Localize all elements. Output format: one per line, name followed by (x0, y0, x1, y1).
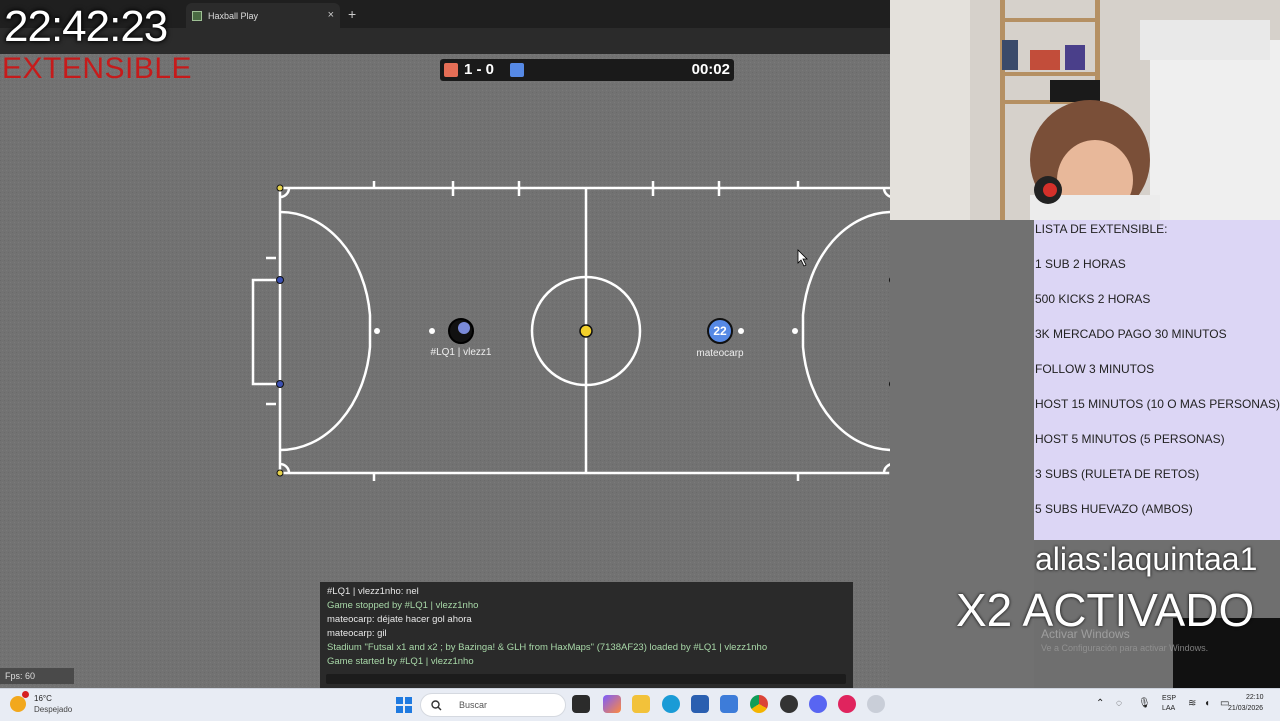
ball (579, 324, 593, 338)
search-icon (431, 700, 442, 711)
red-team-icon (444, 63, 458, 77)
match-time: 00:02 (691, 61, 730, 78)
score: 1 - 0 (464, 61, 495, 78)
search-placeholder: Buscar (459, 700, 488, 710)
extensible-label: EXTENSIBLE (2, 52, 193, 85)
microphone-icon[interactable]: 🎙 (1138, 698, 1151, 709)
taskbar-search[interactable]: Buscar (420, 693, 566, 717)
notification-badge-icon (22, 691, 29, 698)
list-item: 3 SUBS (RULETA DE RETOS) (1035, 467, 1200, 481)
edge-icon[interactable] (662, 695, 680, 713)
outlook-icon[interactable] (720, 695, 738, 713)
list-item: HOST 5 MINUTOS (5 PERSONAS) (1035, 432, 1225, 446)
windows-activation-subtitle: Ve a Configuración para activar Windows. (1041, 643, 1209, 653)
player-red (448, 318, 474, 344)
taskbar-date[interactable]: 21/03/2026 (1228, 705, 1263, 712)
network-icon[interactable]: ◌ (1116, 698, 1122, 709)
weather-temp: 16°C (34, 694, 52, 703)
player-red-name: #LQ1 | vlezz1 (430, 347, 492, 358)
discord-icon[interactable] (809, 695, 827, 713)
taskbar-time[interactable]: 22:10 (1246, 694, 1264, 701)
volume-icon[interactable]: ◖ (1204, 698, 1210, 709)
list-item: 3K MERCADO PAGO 30 MINUTOS (1035, 327, 1227, 341)
chrome-icon[interactable] (750, 695, 768, 713)
obs-icon[interactable] (780, 695, 798, 713)
list-item: 1 SUB 2 HORAS (1035, 257, 1126, 271)
lang-2: LAA (1162, 705, 1176, 712)
alias-text: alias:laquintaa1 (1035, 541, 1258, 577)
wifi-icon[interactable]: ≋ (1188, 698, 1196, 709)
fps-counter: Fps: 60 (0, 668, 74, 684)
lang-1[interactable]: ESP (1162, 695, 1176, 702)
windows-activation-title: Activar Windows (1041, 627, 1130, 641)
blue-team-icon (510, 63, 524, 77)
scoreboard: 1 - 0 00:02 (440, 59, 734, 81)
list-item: LISTA DE EXTENSIBLE: (1035, 222, 1168, 236)
extensible-list-panel: LISTA DE EXTENSIBLE: 1 SUB 2 HORAS 500 K… (1034, 220, 1280, 540)
list-item: HOST 15 MINUTOS (10 O MAS PERSONAS) (1035, 397, 1280, 411)
windows-taskbar: 16°C Despejado Buscar ⌃ ◌ 🎙 ESP LAA ≋ ◖ … (0, 688, 1280, 721)
player-blue-name: mateocarp (696, 348, 744, 359)
chat-message: #LQ1 | vlezz1nho: nel (327, 586, 419, 597)
media-app-icon[interactable] (838, 695, 856, 713)
store-icon[interactable] (691, 695, 709, 713)
chat-message: Stadium "Futsal x1 and x2 ; by Bazinga! … (327, 642, 768, 653)
list-item: 5 SUBS HUEVAZO (AMBOS) (1035, 502, 1193, 516)
windows-logo-icon (396, 697, 412, 713)
list-item: 500 KICKS 2 HORAS (1035, 292, 1151, 306)
copilot-icon[interactable] (603, 695, 621, 713)
start-button[interactable] (396, 697, 412, 713)
file-explorer-icon[interactable] (632, 695, 650, 713)
chat-message: mateocarp: gil (327, 628, 387, 639)
chat-message: Game stopped by #LQ1 | vlezz1nho (327, 600, 479, 611)
sun-icon (10, 696, 26, 712)
task-view-icon[interactable] (572, 695, 590, 713)
chat-log: #LQ1 | vlezz1nho: nel Game stopped by #L… (320, 582, 853, 688)
weather-desc: Despejado (34, 705, 73, 714)
clock-app-icon[interactable] (867, 695, 885, 713)
list-item: FOLLOW 3 MINUTOS (1035, 362, 1155, 376)
stream-clock: 22:42:23 (4, 2, 168, 51)
webcam-feed (890, 0, 1280, 220)
system-tray: ⌃ ◌ 🎙 ESP LAA ≋ ◖ ▭ 22:10 21/03/2026 (1092, 689, 1280, 721)
chat-message: mateocarp: déjate hacer gol ahora (327, 614, 472, 625)
chat-message: Game started by #LQ1 | vlezz1nho (327, 656, 474, 667)
chat-input[interactable] (326, 674, 846, 684)
chevron-up-icon[interactable]: ⌃ (1096, 698, 1104, 709)
player-blue-avatar: 22 (713, 324, 727, 338)
